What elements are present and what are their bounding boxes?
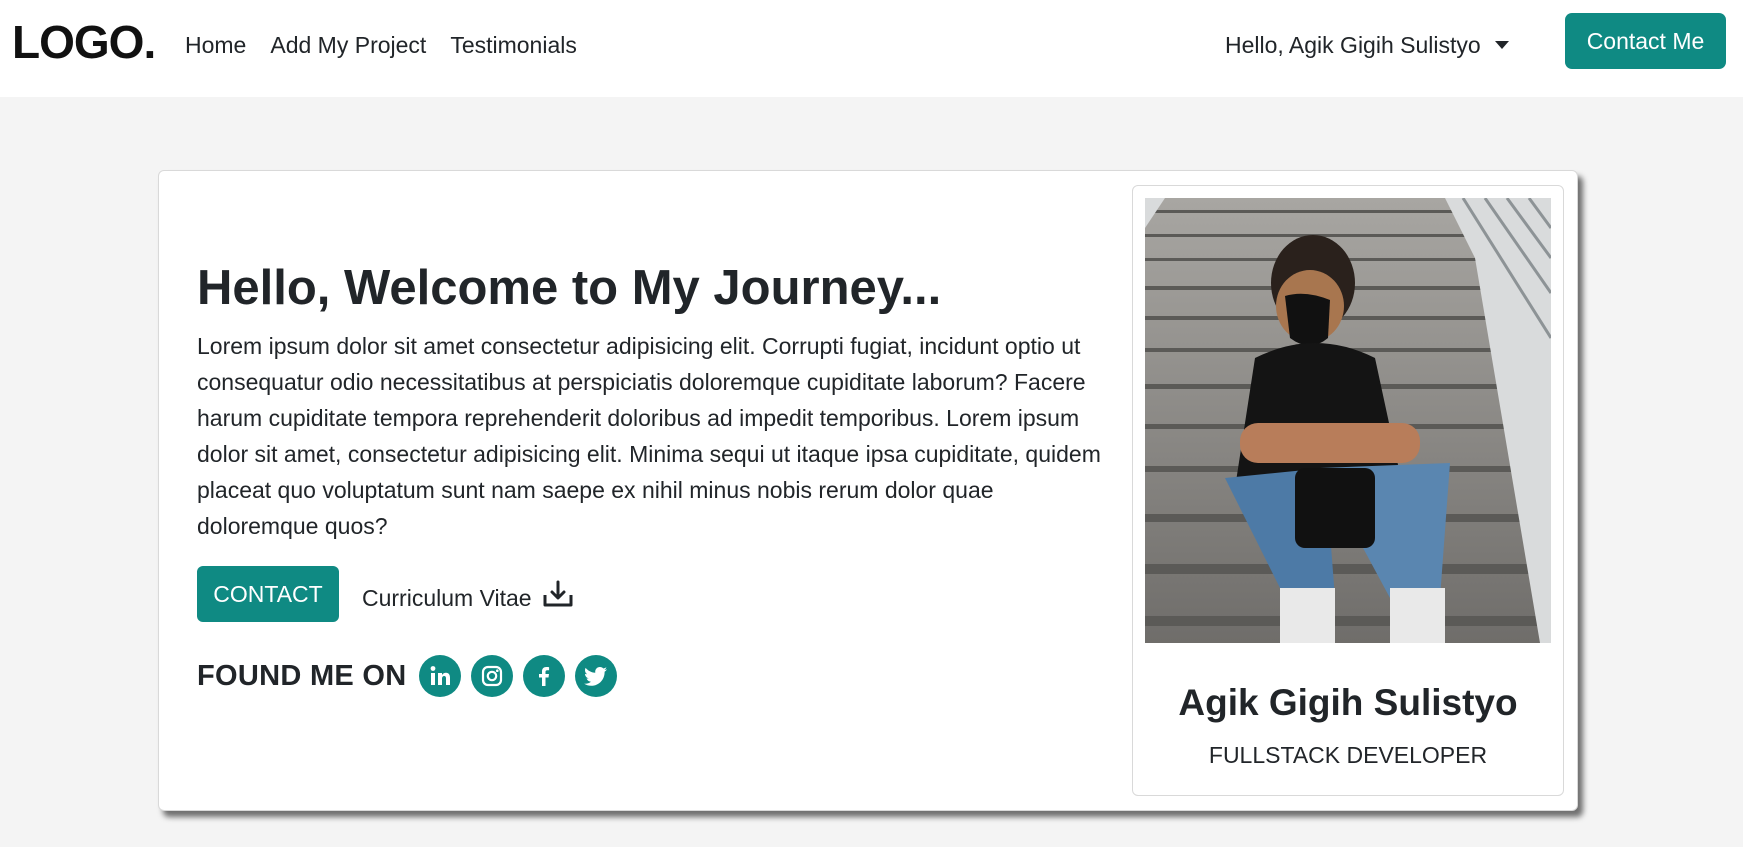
user-greeting: Hello, Agik Gigih Sulistyo (1225, 32, 1481, 58)
instagram-icon[interactable] (470, 655, 513, 697)
caret-down-icon (1494, 41, 1509, 49)
navbar: LOGO. Home Add My Project Testimonials H… (0, 0, 1743, 97)
download-icon (542, 580, 574, 615)
profile-name: Agik Gigih Sulistyo (1178, 682, 1518, 723)
cv-link-label: Curriculum Vitae (362, 584, 532, 611)
twitter-icon[interactable] (574, 655, 617, 697)
facebook-icon[interactable] (522, 655, 565, 697)
nav-link-testimonials[interactable]: Testimonials (450, 30, 577, 60)
profile-photo (1145, 198, 1551, 643)
user-dropdown[interactable]: Hello, Agik Gigih Sulistyo (1225, 30, 1509, 60)
profile-role: FULLSTACK DEVELOPER (1208, 742, 1488, 768)
linkedin-icon[interactable] (418, 655, 461, 697)
hero-headline: Hello, Welcome to My Journey... (197, 261, 942, 315)
hero-intro-text: Lorem ipsum dolor sit amet consectetur a… (197, 333, 1101, 539)
found-me-label: FOUND ME ON (197, 660, 407, 692)
social-links: FOUND ME ON (197, 655, 617, 697)
contact-button[interactable]: CONTACT (197, 566, 339, 622)
nav-links: Home Add My Project Testimonials (185, 30, 577, 60)
nav-link-add-project[interactable]: Add My Project (270, 30, 426, 60)
contact-me-button[interactable]: Contact Me (1565, 13, 1726, 69)
logo[interactable]: LOGO. (12, 14, 156, 70)
nav-link-home[interactable]: Home (185, 30, 246, 60)
curriculum-vitae-link[interactable]: Curriculum Vitae (362, 580, 574, 615)
